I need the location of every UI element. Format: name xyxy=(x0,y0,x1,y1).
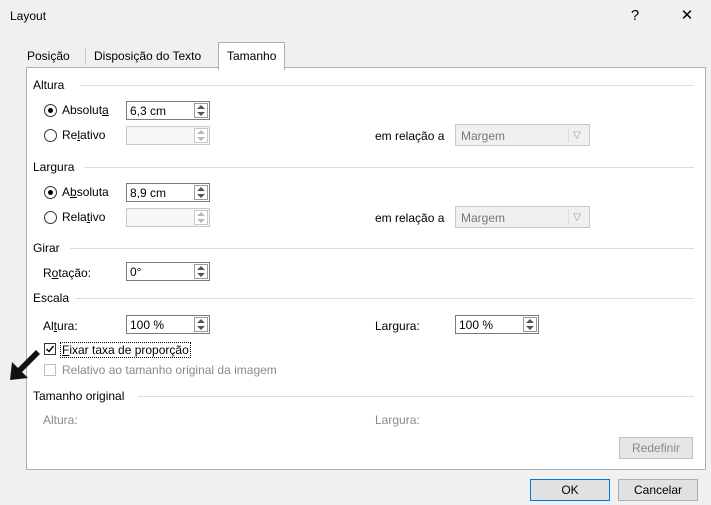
altura-absoluta-spinner[interactable]: 6,3 cm xyxy=(126,101,210,120)
section-divider xyxy=(70,248,694,249)
fixar-proporcao-label[interactable]: Fixar taxa de proporção xyxy=(60,342,191,358)
altura-em-relacao-label: em relação a xyxy=(375,129,445,143)
ok-button[interactable]: OK xyxy=(530,479,610,501)
largura-relativo-label: Relativo xyxy=(62,210,106,224)
tab-posicao[interactable]: Posição xyxy=(19,44,78,68)
section-altura: Altura xyxy=(33,78,71,92)
tab-strip: Posição Disposição do Texto Tamanho xyxy=(15,42,315,70)
escala-altura-value[interactable]: 100 % xyxy=(130,318,164,332)
largura-absoluta-radio[interactable] xyxy=(44,186,57,199)
escala-largura-spinner[interactable]: 100 % xyxy=(455,315,539,334)
escala-altura-label: Altura: xyxy=(43,319,78,333)
largura-em-relacao-label: em relação a xyxy=(375,211,445,225)
spin-arrows-icon[interactable] xyxy=(194,210,208,225)
section-divider xyxy=(84,167,694,168)
help-button[interactable]: ? xyxy=(620,3,650,27)
section-divider xyxy=(138,396,694,397)
spin-arrows-icon[interactable] xyxy=(194,317,208,332)
redefinir-button[interactable]: Redefinir xyxy=(619,437,693,459)
tab-tamanho[interactable]: Tamanho xyxy=(218,42,286,70)
chevron-down-icon: ▽ xyxy=(568,209,585,225)
section-tamanho-original: Tamanho original xyxy=(33,389,131,403)
escala-largura-value[interactable]: 100 % xyxy=(459,318,493,332)
largura-relativo-spinner[interactable] xyxy=(126,208,210,227)
rotacao-value[interactable]: 0° xyxy=(130,265,141,279)
largura-absoluta-label: Absoluta xyxy=(62,185,109,199)
fixar-proporcao-checkbox[interactable] xyxy=(44,343,56,355)
altura-absoluta-radio[interactable] xyxy=(44,104,57,117)
original-largura-label: Largura: xyxy=(375,413,420,427)
section-largura: Largura xyxy=(33,160,81,174)
altura-relacao-dropdown[interactable]: Margem ▽ xyxy=(455,124,590,146)
spin-arrows-icon[interactable] xyxy=(523,317,537,332)
altura-absoluta-label: Absoluta xyxy=(62,103,109,117)
pointer-arrow-icon xyxy=(10,350,40,380)
section-escala: Escala xyxy=(33,291,76,305)
altura-relativo-radio[interactable] xyxy=(44,129,57,142)
spin-arrows-icon[interactable] xyxy=(194,128,208,143)
escala-largura-label: Largura: xyxy=(375,319,420,333)
cancelar-button[interactable]: Cancelar xyxy=(618,479,698,501)
largura-relativo-radio[interactable] xyxy=(44,211,57,224)
largura-relacao-dropdown[interactable]: Margem ▽ xyxy=(455,206,590,228)
spin-arrows-icon[interactable] xyxy=(194,103,208,118)
original-altura-label: Altura: xyxy=(43,413,78,427)
section-girar: Girar xyxy=(33,241,66,255)
largura-absoluta-value[interactable]: 8,9 cm xyxy=(130,186,166,200)
tab-disposicao-do-texto[interactable]: Disposição do Texto xyxy=(86,44,209,68)
altura-absoluta-value[interactable]: 6,3 cm xyxy=(130,104,166,118)
section-divider xyxy=(80,85,694,86)
spin-arrows-icon[interactable] xyxy=(194,264,208,279)
close-icon: ✕ xyxy=(680,7,694,24)
escala-altura-spinner[interactable]: 100 % xyxy=(126,315,210,334)
spin-arrows-icon[interactable] xyxy=(194,185,208,200)
relativo-original-label: Relativo ao tamanho original da imagem xyxy=(62,363,277,377)
help-icon: ? xyxy=(630,6,640,24)
checkmark-icon xyxy=(46,345,55,353)
close-button[interactable]: ✕ xyxy=(672,3,702,27)
altura-relativo-spinner[interactable] xyxy=(126,126,210,145)
altura-relativo-label: Relativo xyxy=(62,128,106,142)
relativo-original-checkbox[interactable] xyxy=(44,364,56,376)
dialog-title: Layout xyxy=(10,9,47,23)
rotacao-label: Rotação: xyxy=(43,266,92,280)
largura-absoluta-spinner[interactable]: 8,9 cm xyxy=(126,183,210,202)
chevron-down-icon: ▽ xyxy=(568,127,585,143)
rotacao-spinner[interactable]: 0° xyxy=(126,262,210,281)
section-divider xyxy=(74,298,694,299)
